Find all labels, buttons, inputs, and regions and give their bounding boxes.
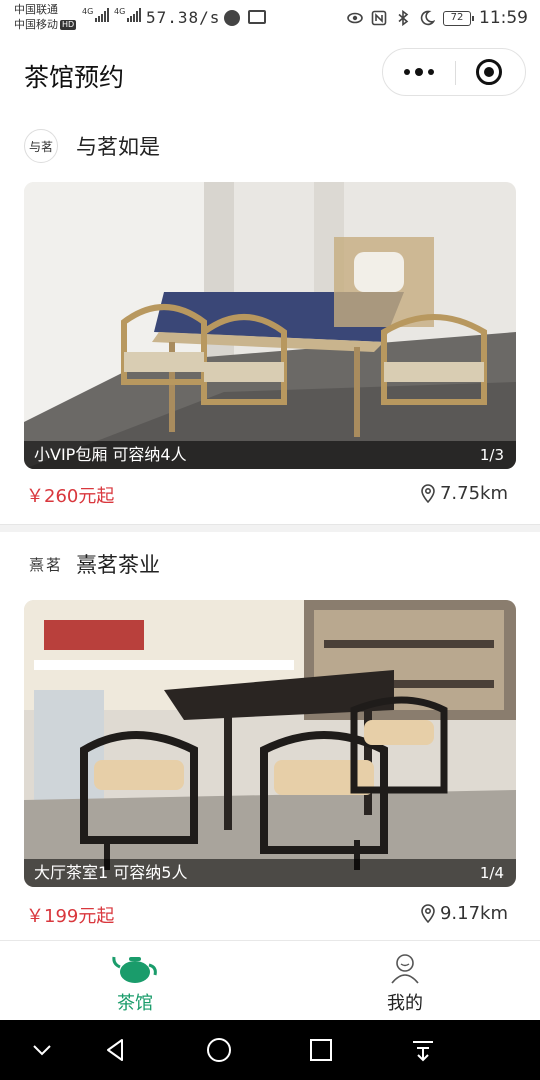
page: 中国联通 中国移动HD 4G 4G 57.38/s 72 11:59 茶馆预约 bbox=[0, 0, 540, 1080]
shop-name: 与茗如是 bbox=[76, 135, 160, 159]
tab-label: 茶馆 bbox=[117, 993, 153, 1014]
shop-price: ￥199元起 bbox=[26, 906, 115, 927]
teapot-icon bbox=[112, 956, 157, 983]
signal-icon-1: 4G bbox=[82, 7, 110, 22]
battery-icon: 72 bbox=[443, 10, 474, 26]
eye-icon bbox=[347, 12, 363, 24]
back-icon[interactable] bbox=[100, 1034, 132, 1066]
app-notification-icon bbox=[224, 10, 240, 26]
shop-logo: 熹茗 bbox=[24, 547, 68, 581]
recents-icon[interactable] bbox=[305, 1034, 337, 1066]
carrier-info: 中国联通 中国移动 HD bbox=[14, 2, 77, 32]
section-divider bbox=[0, 524, 540, 532]
mini-program-capsule bbox=[382, 48, 526, 96]
shop-card[interactable]: 与茗 与茗如是 小VIP包厢 可容纳4人 1/3 ￥260元起 7.75km bbox=[0, 126, 540, 526]
hd-badge: HD bbox=[60, 20, 77, 30]
gallery-notification-icon bbox=[248, 10, 266, 24]
shop-photo[interactable]: 小VIP包厢 可容纳4人 1/3 bbox=[24, 182, 516, 469]
status-right-icons: 72 11:59 bbox=[347, 8, 528, 28]
net-type-2: 4G bbox=[114, 7, 126, 16]
photo-index: 1/4 bbox=[479, 864, 504, 882]
clock: 11:59 bbox=[479, 8, 528, 28]
shop-header: 熹茗 熹茗茶业 bbox=[24, 544, 160, 584]
shop-logo: 与茗 bbox=[24, 129, 58, 163]
system-nav-bar bbox=[0, 1020, 540, 1080]
photo-caption: 大厅茶室1 可容纳5人 bbox=[24, 859, 516, 887]
shop-distance: 7.75km bbox=[420, 483, 508, 504]
net-speed: 57.38/s bbox=[146, 8, 221, 27]
net-type-1: 4G bbox=[82, 7, 94, 16]
carrier-2: 中国移动 bbox=[14, 18, 58, 31]
carrier-1: 中国联通 bbox=[14, 3, 58, 16]
location-pin-icon bbox=[421, 483, 435, 503]
nfc-icon bbox=[371, 10, 387, 26]
tab-mine[interactable]: 我的 bbox=[270, 941, 540, 1021]
tab-bar: 茶馆 我的 bbox=[0, 940, 540, 1020]
tea-room-photo bbox=[24, 182, 516, 469]
location-pin-icon bbox=[421, 903, 435, 923]
home-icon[interactable] bbox=[203, 1034, 235, 1066]
tea-hall-photo bbox=[24, 600, 516, 887]
shop-photo[interactable]: 大厅茶室1 可容纳5人 1/4 bbox=[24, 600, 516, 887]
moon-icon bbox=[420, 10, 435, 26]
bluetooth-icon bbox=[398, 10, 409, 26]
page-title: 茶馆预约 bbox=[24, 63, 125, 92]
notification-pulldown-icon[interactable] bbox=[407, 1034, 439, 1066]
user-icon bbox=[391, 954, 419, 984]
photo-caption: 小VIP包厢 可容纳4人 bbox=[24, 441, 516, 469]
shop-header: 与茗 与茗如是 bbox=[24, 126, 160, 166]
shop-name: 熹茗茶业 bbox=[76, 553, 160, 577]
shop-distance: 9.17km bbox=[420, 903, 508, 924]
shop-price: ￥260元起 bbox=[26, 486, 115, 507]
capsule-close-icon[interactable] bbox=[453, 49, 525, 95]
photo-index: 1/3 bbox=[479, 446, 504, 464]
more-dots-icon[interactable] bbox=[383, 49, 455, 95]
tab-label: 我的 bbox=[387, 993, 423, 1014]
status-bar: 中国联通 中国移动 HD 4G 4G 57.38/s 72 11:59 bbox=[0, 0, 540, 38]
distance-value: 7.75km bbox=[439, 483, 508, 504]
signal-icon-2: 4G bbox=[114, 7, 142, 22]
shop-card[interactable]: 熹茗 熹茗茶业 大厅茶室1 可容纳5人 1/4 ￥199元起 9.17km bbox=[0, 544, 540, 940]
distance-value: 9.17km bbox=[439, 903, 508, 924]
tab-teahouse[interactable]: 茶馆 bbox=[0, 941, 270, 1021]
chevron-down-icon[interactable] bbox=[26, 1034, 58, 1066]
app-header: 茶馆预约 bbox=[0, 38, 540, 108]
